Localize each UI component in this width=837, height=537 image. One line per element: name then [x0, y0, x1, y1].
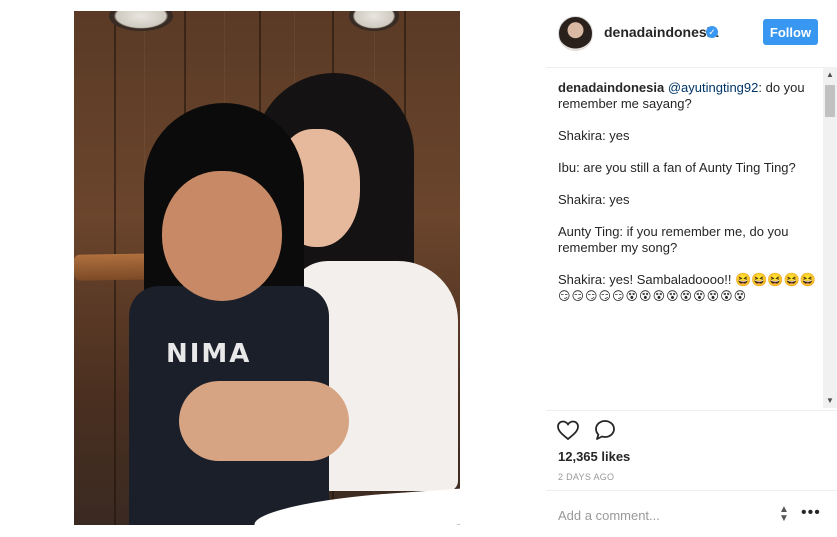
post-photo: NIMA: [74, 11, 460, 525]
verified-badge-icon: ✓: [706, 26, 718, 38]
shirt-print: NIMA: [166, 339, 252, 369]
scroll-thumb[interactable]: [825, 85, 835, 117]
girl-face: [162, 171, 282, 301]
caption-line: Shakira: yes: [558, 128, 630, 143]
comments-list: denadaindonesia @ayutingting92: do you r…: [558, 80, 820, 320]
scroll-up-arrow-icon[interactable]: ▲: [823, 68, 837, 82]
caption-line: Aunty Ting: if you remember me, do you r…: [558, 224, 789, 255]
header-username[interactable]: denadaindonesia: [604, 24, 718, 40]
comment-input[interactable]: [558, 506, 768, 524]
caption-line: Ibu: are you still a fan of Aunty Ting T…: [558, 160, 796, 175]
follow-button[interactable]: Follow: [763, 19, 818, 45]
more-options-icon[interactable]: •••: [801, 504, 821, 522]
comment-divider: [546, 490, 837, 491]
heart-icon[interactable]: [556, 418, 580, 442]
comments-scrollbar[interactable]: ▲ ▼: [823, 68, 837, 408]
wall-decoration: [109, 11, 173, 31]
caption-text: Shakira: yes! Sambaladoooo!! 😆😆😆😆😆: [558, 272, 816, 287]
comment-bubble-icon[interactable]: [593, 418, 617, 442]
scroll-down-arrow-icon[interactable]: ▼: [823, 394, 837, 408]
caption: denadaindonesia @ayutingting92: do you r…: [558, 80, 820, 112]
caption-line-emoji: Shakira: yes! Sambaladoooo!! 😆😆😆😆😆 😏😏😏😏😏…: [558, 272, 820, 304]
post-header: denadaindonesia ✓ Follow: [546, 0, 837, 67]
header-divider: [546, 67, 837, 68]
caption-line: Shakira: yes: [558, 192, 630, 207]
actions-divider: [546, 410, 837, 411]
mention-link[interactable]: @ayutingting92: [668, 80, 759, 95]
likes-count[interactable]: 12,365 likes: [558, 449, 630, 464]
sort-arrows-icon[interactable]: ▲ ▼: [778, 505, 790, 524]
post-timestamp[interactable]: 2 DAYS AGO: [558, 472, 614, 482]
caption-username[interactable]: denadaindonesia: [558, 80, 664, 95]
wall-decoration: [349, 11, 399, 31]
emoji-line: 😏😏😏😏😏😵😵😵😵😵😵😵😵😵: [558, 289, 748, 303]
avatar[interactable]: [558, 16, 593, 51]
hugging-arms: [179, 381, 349, 461]
